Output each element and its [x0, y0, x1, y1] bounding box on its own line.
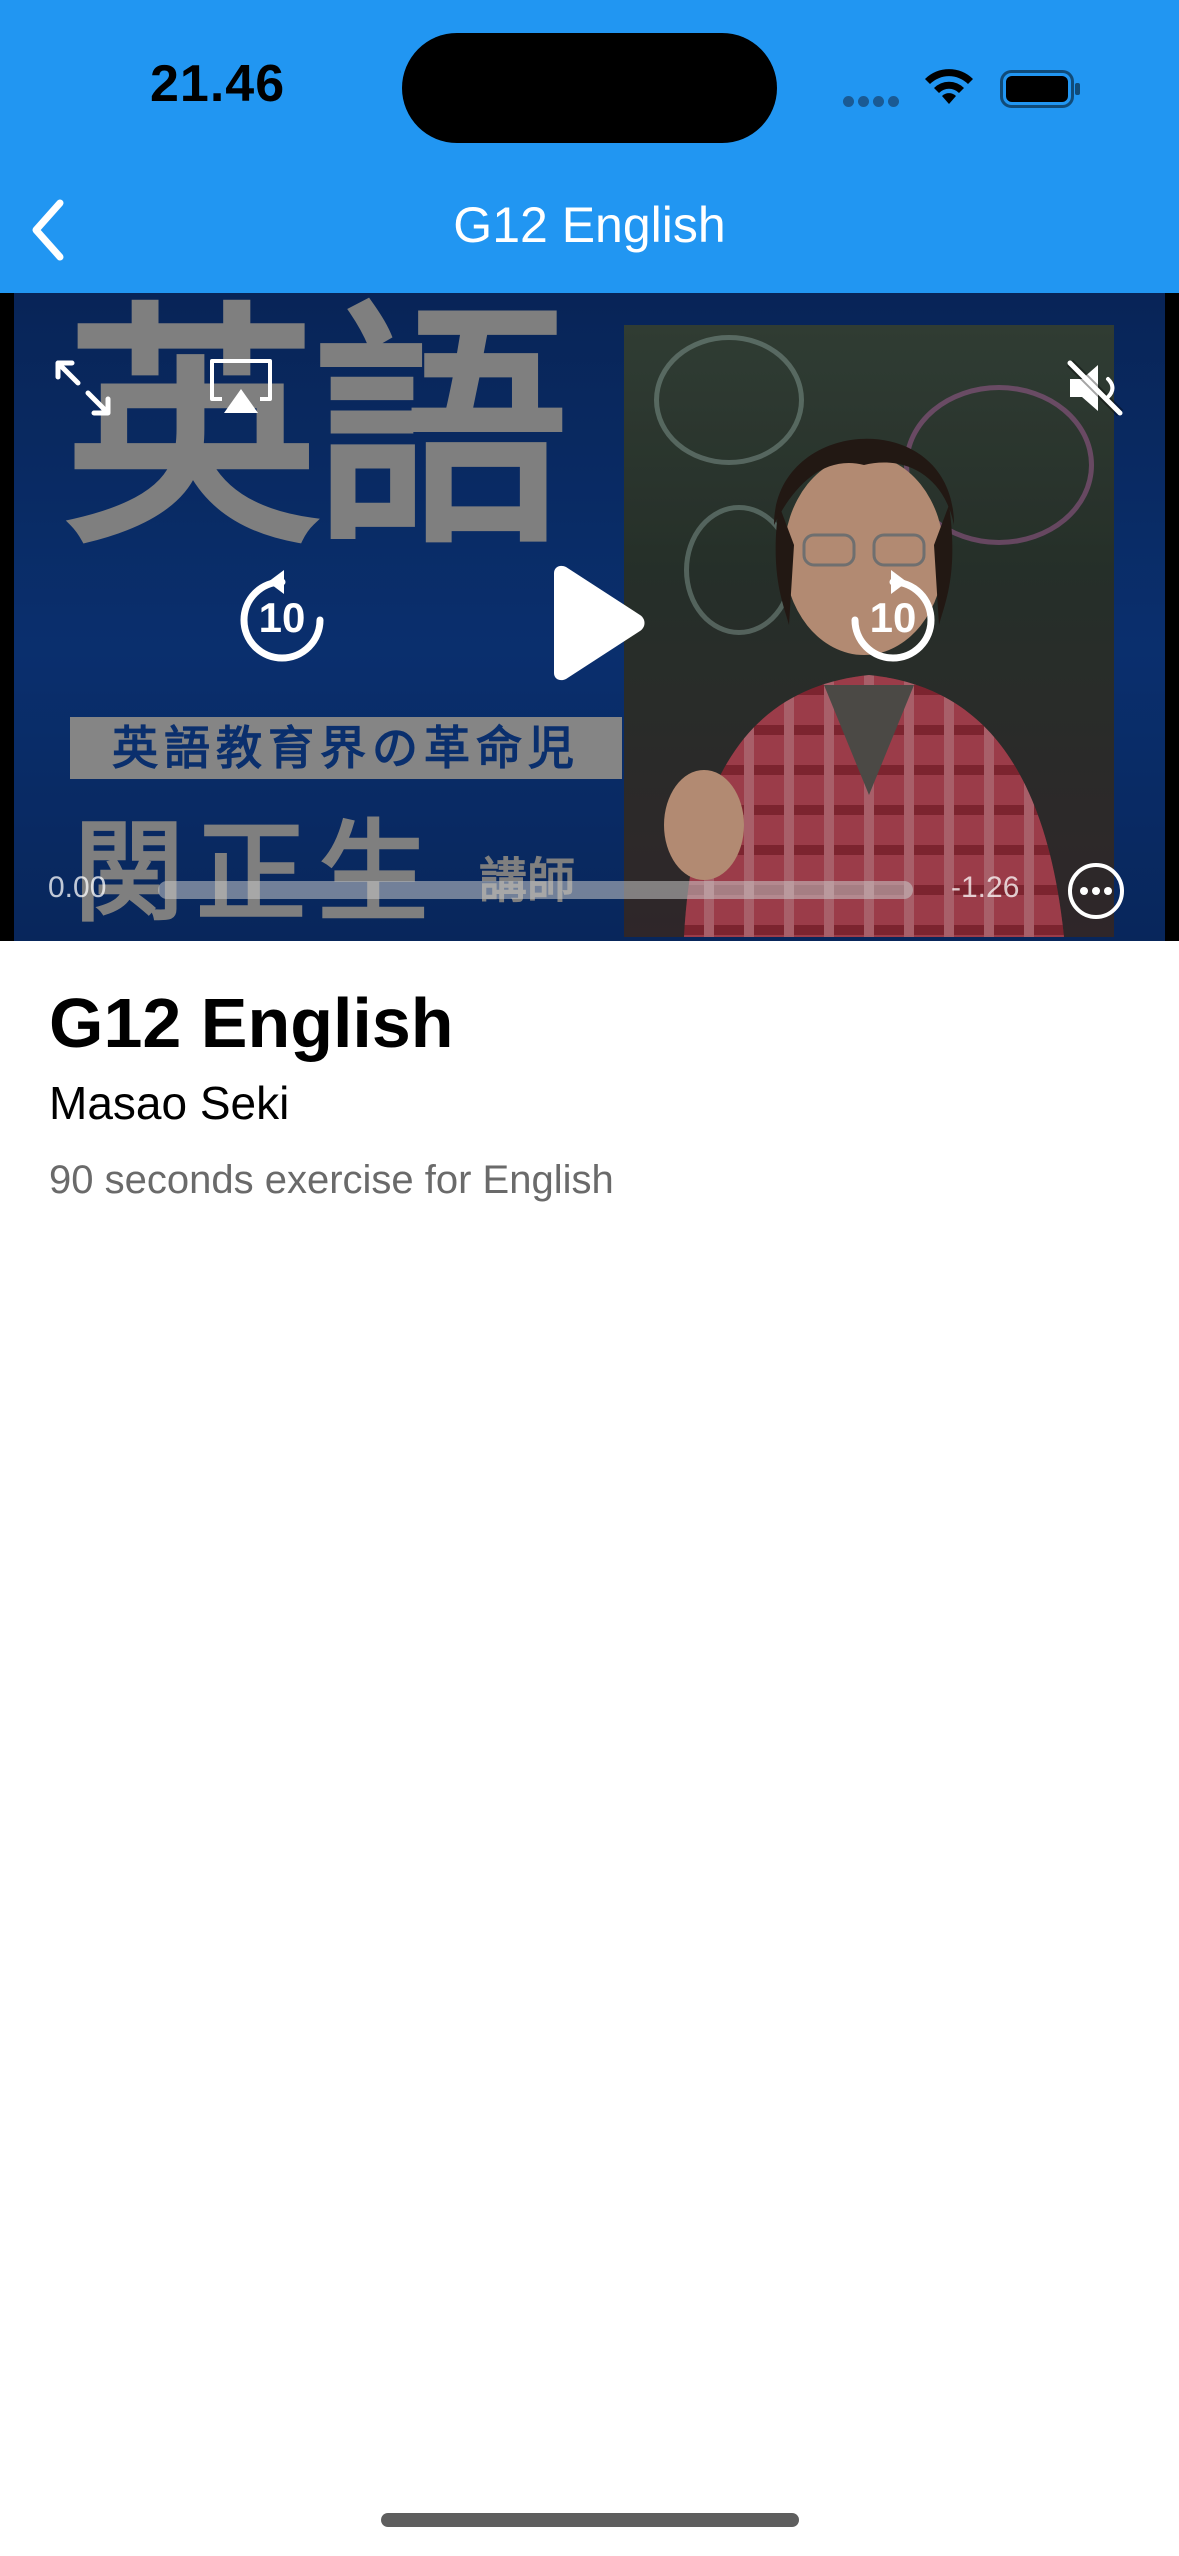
- skip-forward-button[interactable]: 10: [843, 568, 943, 668]
- wifi-icon: [925, 69, 973, 104]
- video-details: G12 English Masao Seki 90 seconds exerci…: [49, 988, 1129, 1200]
- skip-back-button[interactable]: 10: [232, 568, 332, 668]
- fullscreen-button[interactable]: [50, 355, 116, 421]
- dynamic-island: [402, 33, 777, 143]
- video-author: Masao Seki: [49, 1077, 290, 1129]
- top-bar: 21.46 G12 English: [0, 0, 1179, 293]
- mute-button[interactable]: [1062, 355, 1128, 421]
- status-time: 21.46: [150, 55, 286, 113]
- nav-title: G12 English: [453, 197, 726, 253]
- airplay-button[interactable]: [208, 355, 274, 421]
- elapsed-time: 0.00: [48, 871, 107, 904]
- more-button[interactable]: [1066, 861, 1126, 921]
- progress-slider[interactable]: [158, 881, 913, 899]
- video-title: G12 English: [49, 984, 454, 1062]
- remaining-time: -1.26: [951, 871, 1020, 904]
- battery-icon: [1000, 70, 1080, 108]
- skip-back-seconds: 10: [258, 594, 306, 641]
- skip-forward-seconds: 10: [869, 594, 917, 641]
- cellular-signal-icon: [843, 94, 903, 112]
- home-indicator[interactable]: [381, 2513, 799, 2527]
- video-description: 90 seconds exercise for English: [49, 1158, 614, 1202]
- video-player[interactable]: 英語 英語教育界の革命児 関正生 講師 10 10 0.00: [0, 293, 1179, 941]
- play-button[interactable]: [540, 563, 650, 683]
